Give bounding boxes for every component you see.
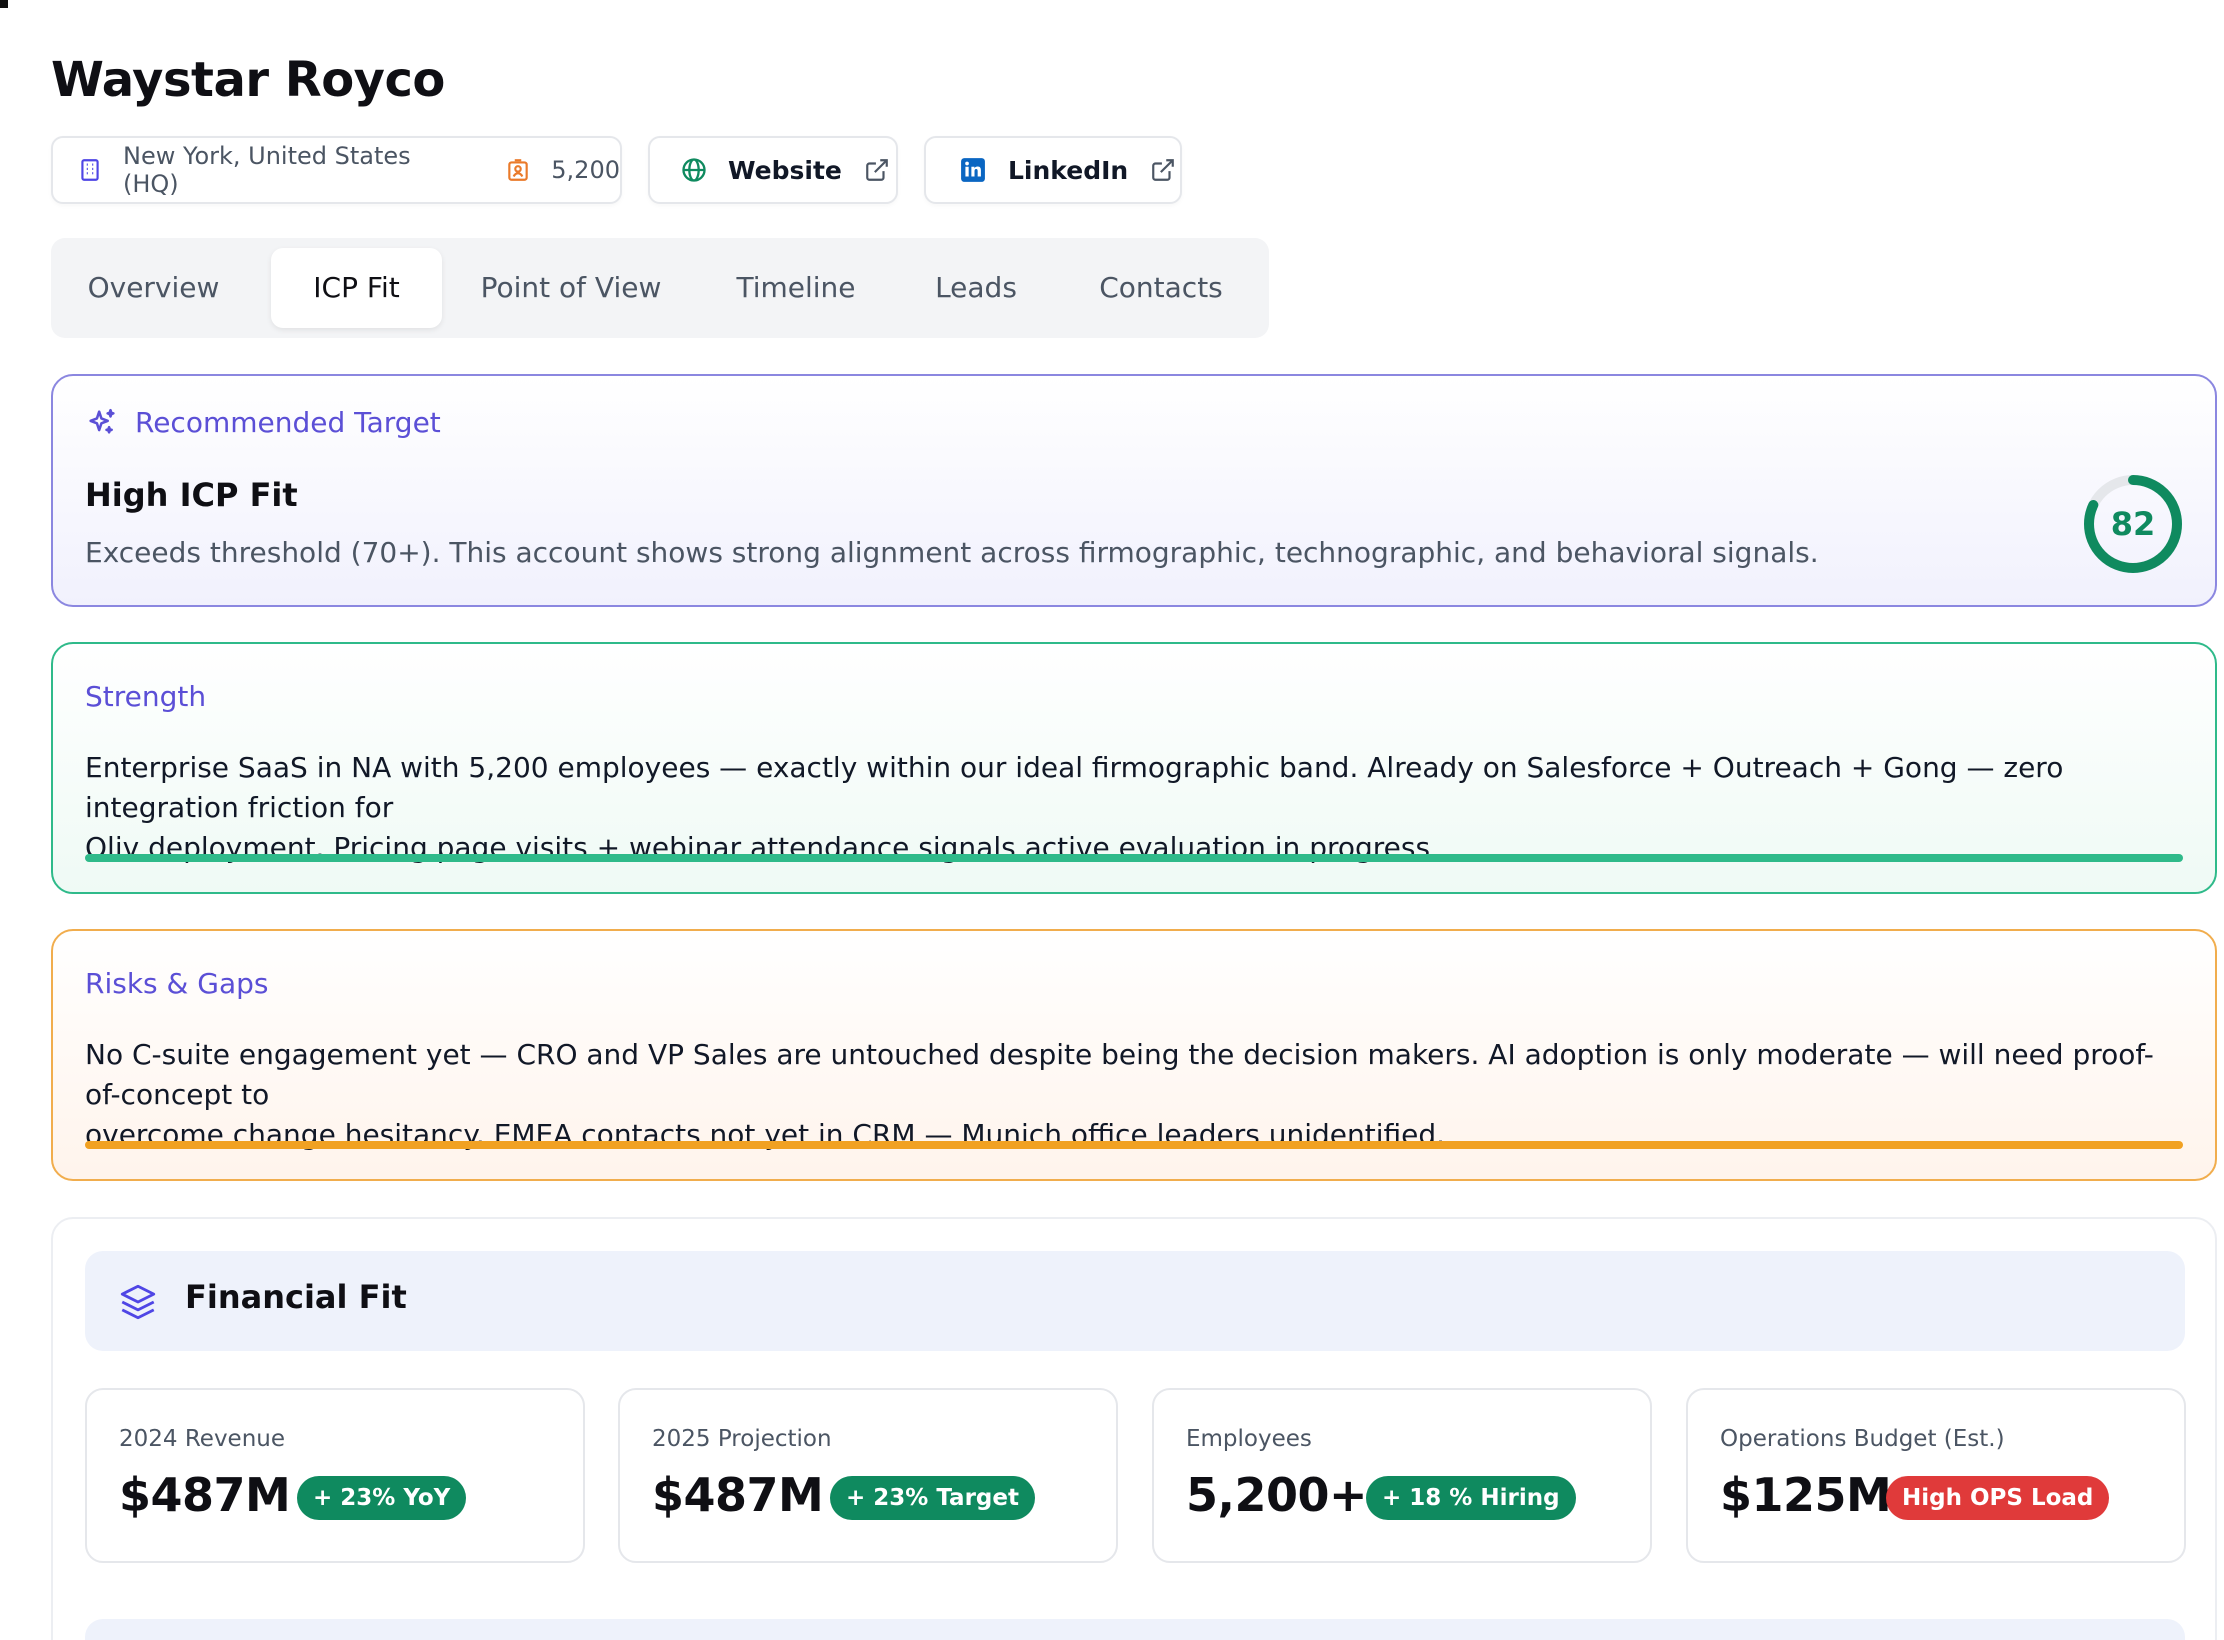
metric-badge: + 18 % Hiring — [1366, 1476, 1576, 1520]
tab-icp-fit[interactable]: ICP Fit — [271, 248, 442, 328]
metric-label: Operations Budget (Est.) — [1720, 1426, 2005, 1452]
building-icon — [77, 157, 103, 183]
financial-fit-card: Financial Fit 2024 Revenue $487M + 23% Y… — [51, 1217, 2217, 1640]
globe-icon — [680, 156, 708, 184]
metric-card: Employees 5,200+ + 18 % Hiring — [1152, 1388, 1652, 1563]
recommendation-description: Exceeds threshold (70+). This account sh… — [85, 536, 1819, 569]
metric-card: 2025 Projection $487M + 23% Target — [618, 1388, 1118, 1563]
tab-contacts[interactable]: Contacts — [1071, 248, 1251, 328]
metric-value: 5,200+ — [1186, 1468, 1368, 1522]
financial-fit-title: Financial Fit — [185, 1278, 407, 1316]
tab-point-of-view[interactable]: Point of View — [461, 248, 681, 328]
risks-text-line: No C-suite engagement yet — CRO and VP S… — [85, 1038, 2154, 1111]
recommendation-card: Recommended Target High ICP Fit Exceeds … — [51, 374, 2217, 607]
metric-badge: + 23% Target — [830, 1476, 1035, 1520]
strength-text-line: Enterprise SaaS in NA with 5,200 employe… — [85, 751, 2064, 824]
location-text: New York, United States (HQ) — [123, 142, 411, 198]
external-link-icon — [1150, 157, 1176, 183]
recommendation-title: High ICP Fit — [85, 476, 298, 514]
layers-icon — [117, 1281, 159, 1323]
company-title: Waystar Royco — [51, 52, 445, 108]
risks-bar — [85, 1141, 2183, 1149]
risks-label: Risks & Gaps — [85, 967, 269, 1000]
website-link-button[interactable]: Website — [648, 136, 898, 204]
metric-value: $125M — [1720, 1468, 1892, 1522]
metric-value: $487M — [119, 1468, 291, 1522]
linkedin-link-button[interactable]: LinkedIn — [924, 136, 1182, 204]
tab-timeline[interactable]: Timeline — [711, 248, 881, 328]
metric-card: Operations Budget (Est.) $125M High OPS … — [1686, 1388, 2186, 1563]
strength-card: Strength Enterprise SaaS in NA with 5,20… — [51, 642, 2217, 894]
employee-count-text: 5,200 — [551, 156, 620, 184]
risks-text: No C-suite engagement yet — CRO and VP S… — [85, 1035, 2183, 1155]
strength-label: Strength — [85, 680, 207, 713]
metric-label: Employees — [1186, 1426, 1312, 1452]
external-link-icon — [864, 157, 890, 183]
employee-badge-icon — [505, 157, 531, 183]
risks-text-line: overcome change hesitancy. EMEA contacts… — [85, 1118, 1446, 1151]
linkedin-label: LinkedIn — [1008, 155, 1129, 185]
website-label: Website — [728, 155, 842, 185]
corner-mark — [0, 0, 8, 8]
metric-label: 2024 Revenue — [119, 1426, 286, 1452]
metric-value: $487M — [652, 1468, 824, 1522]
strength-text: Enterprise SaaS in NA with 5,200 employe… — [85, 748, 2183, 868]
icp-score-value: 82 — [2110, 505, 2156, 543]
tab-overview[interactable]: Overview — [71, 248, 236, 328]
company-info-chip: New York, United States (HQ) 5,200 — [51, 136, 622, 204]
metric-badge: High OPS Load — [1886, 1476, 2110, 1520]
metric-badge: + 23% YoY — [297, 1476, 467, 1520]
next-section-header — [85, 1619, 2185, 1640]
strength-bar — [85, 854, 2183, 862]
metric-card: 2024 Revenue $487M + 23% YoY — [85, 1388, 585, 1563]
tab-bar: Overview ICP Fit Point of View Timeline … — [51, 238, 1269, 338]
icp-score-gauge: 82 — [2083, 474, 2183, 574]
risks-card: Risks & Gaps No C-suite engagement yet —… — [51, 929, 2217, 1181]
linkedin-icon — [960, 157, 986, 183]
strength-text-line: Oliv deployment. Pricing page visits + w… — [85, 831, 1431, 864]
tab-leads[interactable]: Leads — [911, 248, 1041, 328]
sparkles-icon — [85, 406, 119, 440]
metric-label: 2025 Projection — [652, 1426, 832, 1452]
financial-fit-header: Financial Fit — [85, 1251, 2185, 1351]
recommendation-label: Recommended Target — [135, 406, 441, 439]
